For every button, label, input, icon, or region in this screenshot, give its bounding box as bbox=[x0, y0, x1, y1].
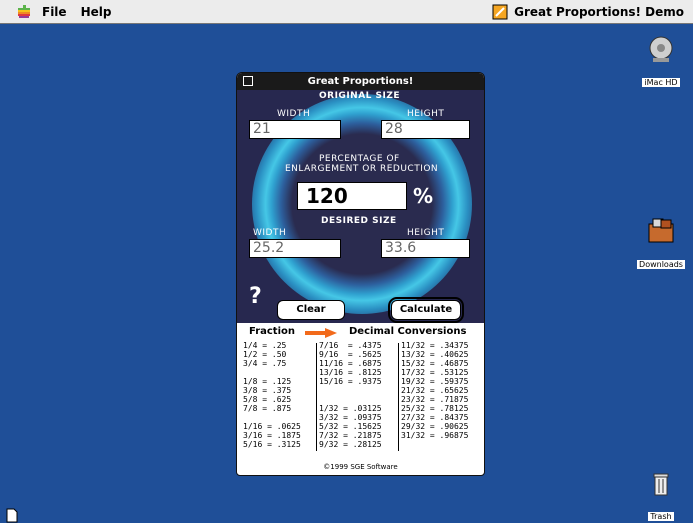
great-proportions-window: Great Proportions! ORIGINAL SIZE WIDTH H… bbox=[236, 72, 485, 476]
original-size-label: ORIGINAL SIZE bbox=[319, 91, 401, 101]
menu-help[interactable]: Help bbox=[81, 5, 112, 19]
percentage-label-line1: PERCENTAGE OF bbox=[319, 154, 400, 164]
percentage-field[interactable]: 120 bbox=[297, 182, 407, 210]
desktop-icon-label: Trash bbox=[648, 512, 674, 521]
percentage-label-line2: ENLARGEMENT OR REDUCTION bbox=[285, 164, 439, 174]
calculate-button[interactable]: Calculate bbox=[388, 297, 464, 323]
hard-disk-icon bbox=[649, 36, 673, 62]
conversion-table-heading: Fraction Decimal Conversions bbox=[237, 325, 484, 341]
original-height-label: HEIGHT bbox=[407, 109, 445, 119]
desktop-icon-downloads[interactable]: Downloads bbox=[637, 216, 685, 271]
folder-icon bbox=[648, 218, 674, 243]
desired-width-field[interactable]: 25.2 bbox=[249, 239, 341, 258]
decimal-conversions-heading: Decimal Conversions bbox=[349, 326, 467, 337]
app-icon bbox=[492, 4, 508, 20]
original-width-field[interactable]: 21 bbox=[249, 120, 341, 139]
column-divider bbox=[398, 343, 399, 451]
app-menu-label: Great Proportions! Demo bbox=[514, 5, 684, 19]
conversion-column-1: 1/4 = .25 1/2 = .50 3/4 = .75 1/8 = .125… bbox=[243, 341, 301, 449]
clear-button[interactable]: Clear bbox=[277, 300, 345, 320]
arrow-right-icon bbox=[305, 328, 337, 338]
desired-size-label: DESIRED SIZE bbox=[321, 216, 397, 226]
desired-height-label: HEIGHT bbox=[407, 228, 445, 238]
window-titlebar[interactable]: Great Proportions! bbox=[237, 73, 484, 90]
menu-bar: File Help Great Proportions! Demo bbox=[0, 0, 693, 24]
menu-file[interactable]: File bbox=[42, 5, 67, 19]
copyright-footer: ©1999 SGE Software bbox=[323, 463, 398, 471]
calculator-panel: ORIGINAL SIZE WIDTH HEIGHT 21 28 PERCENT… bbox=[237, 90, 484, 323]
close-box-icon[interactable] bbox=[243, 76, 253, 86]
help-button[interactable]: ? bbox=[249, 284, 262, 309]
original-width-label: WIDTH bbox=[277, 109, 311, 119]
desktop-icon-label: iMac HD bbox=[642, 78, 680, 87]
column-divider bbox=[316, 343, 317, 451]
original-height-field[interactable]: 28 bbox=[381, 120, 470, 139]
conversion-column-2: 7/16 = .4375 9/16 = .5625 11/16 = .6875 … bbox=[319, 341, 382, 449]
desired-width-label: WIDTH bbox=[253, 228, 287, 238]
desired-height-field[interactable]: 33.6 bbox=[381, 239, 470, 258]
trash-icon bbox=[653, 473, 669, 496]
conversion-column-3: 11/32 = .34375 13/32 = .40625 15/32 = .4… bbox=[401, 341, 469, 440]
desktop-icon-trash[interactable]: Trash bbox=[637, 468, 685, 523]
apple-logo-icon[interactable] bbox=[16, 4, 32, 20]
fraction-heading: Fraction bbox=[249, 326, 295, 337]
percent-sign: % bbox=[413, 184, 434, 208]
application-menu[interactable]: Great Proportions! Demo bbox=[488, 3, 688, 21]
document-icon[interactable] bbox=[6, 508, 18, 523]
desktop-icon-label: Downloads bbox=[637, 260, 685, 269]
desktop-icon-imac-hd[interactable]: iMac HD bbox=[637, 34, 685, 89]
window-title: Great Proportions! bbox=[307, 76, 414, 87]
